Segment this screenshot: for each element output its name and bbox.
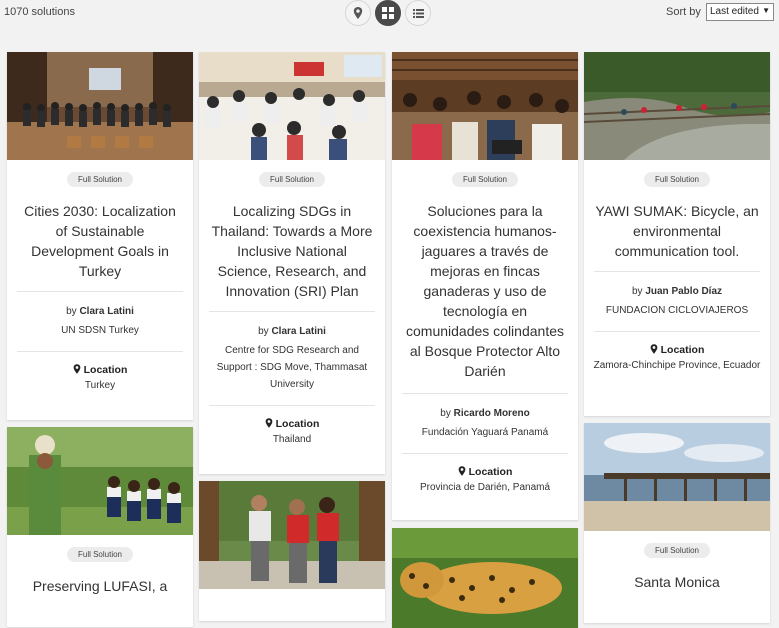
location-heading: Location: [7, 364, 193, 376]
card-image: [199, 481, 385, 589]
type-badge: Full Solution: [452, 172, 518, 187]
location-heading: Location: [584, 344, 770, 356]
author-line: by Juan Pablo Díaz: [631, 286, 723, 297]
type-badge: Full Solution: [644, 543, 710, 558]
location-heading: Location: [392, 466, 578, 478]
list-icon: [412, 8, 424, 18]
location-heading: Location: [199, 418, 385, 430]
author-name[interactable]: Ricardo Moreno: [454, 408, 530, 419]
grid-icon: [382, 7, 394, 19]
map-pin-icon: [650, 344, 657, 354]
card-image: [584, 423, 770, 531]
type-badge: Full Solution: [67, 547, 133, 562]
organization: Fundación Yaguará Panamá: [421, 427, 549, 438]
toolbar: 1070 solutions Sort by Last edited ▼: [0, 0, 779, 26]
map-view-button[interactable]: [345, 0, 371, 26]
card-image: [584, 52, 770, 160]
sort-select[interactable]: Last edited ▼: [706, 3, 774, 21]
divider: [17, 351, 183, 352]
author-name[interactable]: Clara Latini: [79, 306, 133, 317]
solution-card[interactable]: Full Solution Preserving LUFASI, a: [7, 427, 193, 627]
solution-card[interactable]: Full Solution Soluciones para la coexist…: [392, 52, 578, 520]
card-title[interactable]: Soluciones para la coexistencia humanos-…: [392, 201, 578, 381]
chevron-down-icon: ▼: [762, 6, 770, 15]
location-value: Thailand: [272, 434, 312, 445]
card-title[interactable]: Santa Monica: [584, 572, 770, 592]
divider: [594, 331, 760, 332]
author-name[interactable]: Clara Latini: [271, 326, 325, 337]
map-pin-icon: [353, 7, 363, 19]
card-image: [392, 528, 578, 628]
map-pin-icon: [458, 466, 465, 476]
card-title[interactable]: Cities 2030: Localization of Sustainable…: [7, 201, 193, 281]
author-line: by Clara Latini: [66, 306, 134, 317]
organization: Centre for SDG Research and Support : SD…: [216, 345, 368, 390]
solution-card[interactable]: [392, 528, 578, 628]
organization: FUNDACION CICLOVIAJEROS: [605, 305, 749, 316]
solution-card[interactable]: Full Solution Localizing SDGs in Thailan…: [199, 52, 385, 474]
sort-label: Sort by: [666, 6, 701, 18]
divider: [209, 405, 375, 406]
author-line: by Ricardo Moreno: [440, 408, 530, 419]
solution-card[interactable]: Full Solution Santa Monica: [584, 423, 770, 623]
location-value: Zamora-Chinchipe Province, Ecuador: [593, 360, 761, 371]
solution-card[interactable]: Full Solution Cities 2030: Localization …: [7, 52, 193, 420]
divider: [402, 453, 568, 454]
card-title[interactable]: Preserving LUFASI, a: [7, 576, 193, 596]
card-image: [199, 52, 385, 160]
location-value: Turkey: [84, 380, 116, 391]
divider: [594, 271, 760, 272]
list-view-button[interactable]: [405, 0, 431, 26]
organization: UN SDSN Turkey: [61, 325, 139, 336]
card-image: [7, 52, 193, 160]
solution-card[interactable]: [199, 481, 385, 621]
card-image: [7, 427, 193, 535]
sort-value: Last edited: [710, 6, 759, 17]
type-badge: Full Solution: [644, 172, 710, 187]
author-line: by Clara Latini: [258, 326, 326, 337]
location-value: Provincia de Darién, Panamá: [419, 482, 551, 493]
card-title[interactable]: YAWI SUMAK: Bicycle, an environmental co…: [584, 201, 770, 261]
type-badge: Full Solution: [259, 172, 325, 187]
map-pin-icon: [265, 418, 272, 428]
grid-view-button[interactable]: [375, 0, 401, 26]
card-image: [392, 52, 578, 160]
solution-count: 1070 solutions: [4, 6, 75, 18]
divider: [17, 291, 183, 292]
card-title[interactable]: Localizing SDGs in Thailand: Towards a M…: [199, 201, 385, 301]
author-name[interactable]: Juan Pablo Díaz: [645, 286, 722, 297]
solution-card[interactable]: Full Solution YAWI SUMAK: Bicycle, an en…: [584, 52, 770, 416]
divider: [402, 393, 568, 394]
map-pin-icon: [73, 364, 80, 374]
type-badge: Full Solution: [67, 172, 133, 187]
divider: [209, 311, 375, 312]
